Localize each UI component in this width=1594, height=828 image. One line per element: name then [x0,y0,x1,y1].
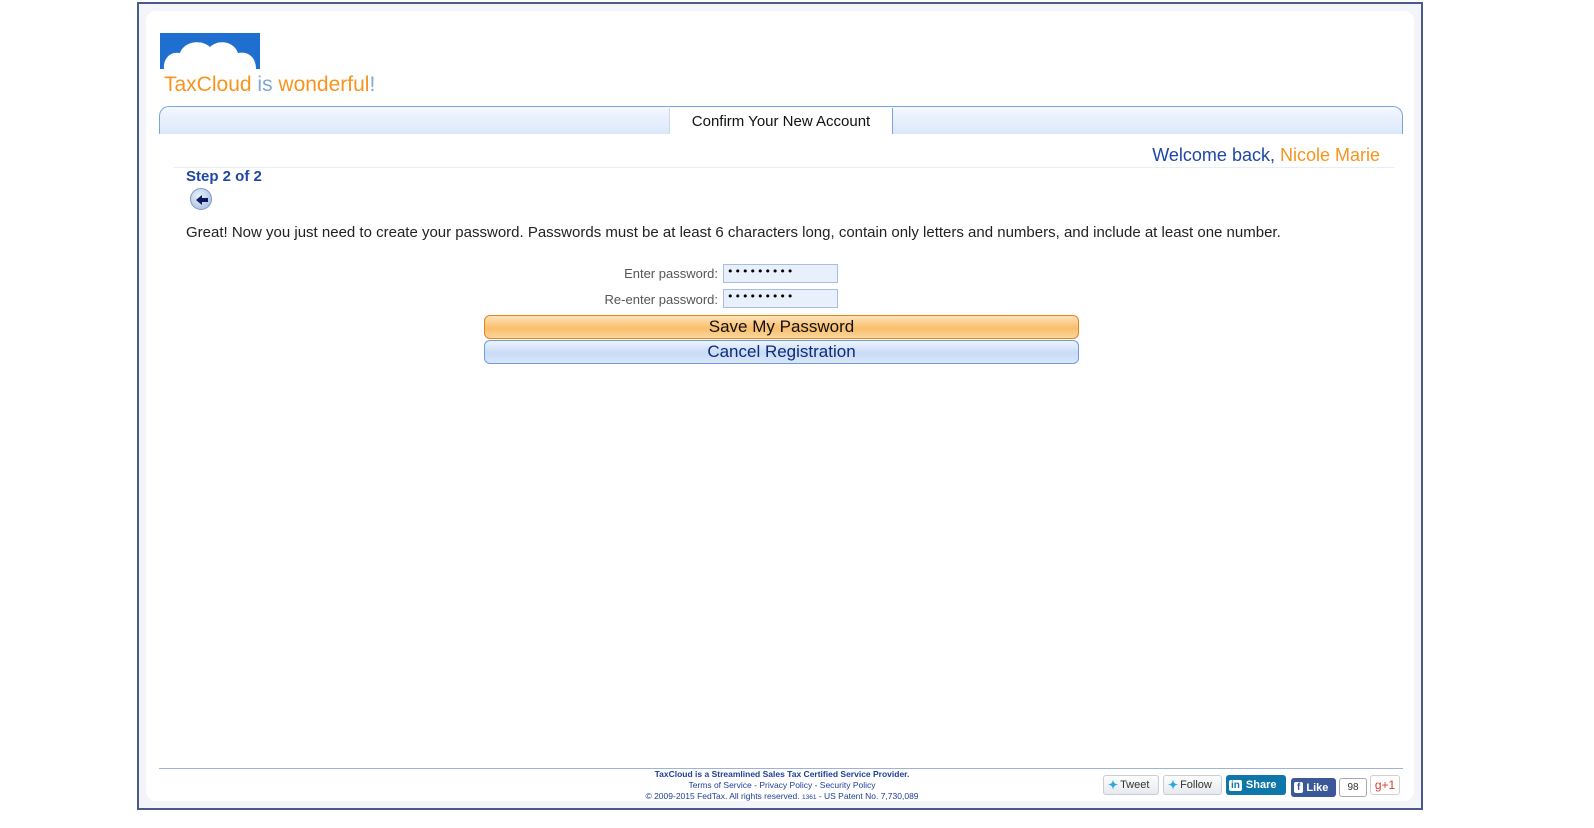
page-frame: TaxCloud is wonderful! Confirm Your New … [137,2,1423,810]
welcome-prefix: Welcome back, [1152,145,1280,165]
footer-separator: - [816,791,825,801]
logo-brand: TaxCloud [164,73,252,96]
content-panel: TaxCloud is wonderful! Confirm Your New … [146,11,1414,801]
title-bar: Confirm Your New Account [159,106,1403,134]
password-label: Enter password: [624,266,718,281]
save-password-button[interactable]: Save My Password [484,315,1079,339]
terms-link[interactable]: Terms of Service [688,780,751,790]
twitter-icon: ✦ [1108,778,1119,792]
build-number: 1361 [801,794,817,801]
logo-bang: ! [369,73,376,96]
linkedin-share-button[interactable]: in Share [1226,775,1286,795]
copyright: © 2009-2015 FedTax. All rights reserved. [645,791,800,801]
user-name: Nicole Marie [1279,145,1380,165]
linkedin-icon: in [1229,779,1242,791]
page-title: Confirm Your New Account [669,108,893,134]
like-count-badge: 98 [1339,778,1367,797]
logo-is: is [251,73,279,96]
instructions-text: Great! Now you just need to create your … [186,224,1281,241]
header-divider [174,167,1394,168]
taxcloud-logo-icon[interactable] [160,33,260,69]
back-arrow-icon[interactable] [190,188,212,210]
cancel-registration-button[interactable]: Cancel Registration [484,340,1079,364]
password-input[interactable]: ••••••••• [723,264,838,283]
security-link[interactable]: Security Policy [820,780,876,790]
facebook-icon: f [1294,782,1304,793]
tweet-button[interactable]: ✦ Tweet [1103,775,1159,795]
facebook-like-button[interactable]: f Like [1291,778,1336,797]
like-label: Like [1306,781,1329,794]
google-plus-button[interactable]: g+1 [1370,775,1400,795]
footer-copyright-line: © 2009-2015 FedTax. All rights reserved.… [576,791,988,803]
logo-tagline: TaxCloud is wonderful! [164,73,375,97]
share-label: Share [1245,779,1277,791]
footer-certification: TaxCloud is a Streamlined Sales Tax Cert… [654,769,910,779]
reenter-password-label: Re-enter password: [604,292,718,307]
tweet-label: Tweet [1120,779,1150,791]
step-indicator: Step 2 of 2 [186,168,262,185]
footer: TaxCloud is a Streamlined Sales Tax Cert… [576,769,988,803]
twitter-icon: ✦ [1168,778,1179,792]
privacy-link[interactable]: Privacy Policy [759,780,812,790]
follow-button[interactable]: ✦ Follow [1163,775,1222,795]
welcome-message: Welcome back, Nicole Marie [1152,145,1380,166]
footer-separator: - [812,780,820,790]
reenter-password-input[interactable]: ••••••••• [723,289,838,308]
footer-links: Terms of Service - Privacy Policy - Secu… [576,780,988,791]
follow-label: Follow [1180,779,1212,791]
logo-wonderful: wonderful [278,73,370,96]
patent-notice: US Patent No. 7,730,089 [824,791,919,801]
